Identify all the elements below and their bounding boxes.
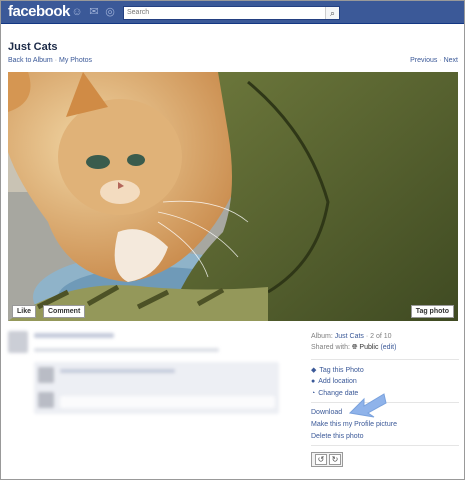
blurred-comment-input — [60, 396, 275, 408]
rotate-left-icon[interactable]: ↺ — [315, 454, 327, 465]
friend-requests-icon[interactable]: ☺ — [71, 6, 83, 18]
blurred-text — [60, 369, 175, 373]
photo-viewer[interactable]: Like Comment Tag photo — [8, 72, 458, 321]
download-link[interactable]: Download — [311, 409, 342, 416]
tag-photo-button[interactable]: Tag photo — [410, 305, 454, 318]
cat-photo — [8, 72, 458, 321]
edit-privacy-link[interactable]: (edit) — [380, 344, 396, 351]
add-location-label: Add location — [318, 378, 357, 385]
breadcrumb: Back to Album · My Photos — [8, 57, 92, 64]
blurred-text — [34, 333, 114, 338]
photo-nav: Previous · Next — [410, 57, 458, 64]
annotation-arrow-icon — [348, 393, 387, 418]
my-photos-link[interactable]: My Photos — [59, 57, 92, 64]
location-pin-icon: ● — [311, 378, 316, 385]
top-bar: facebook ☺ ✉ ◎ Search ⌕ — [1, 1, 464, 24]
tag-icon: ◆ — [311, 367, 317, 374]
search-icon[interactable]: ⌕ — [325, 7, 339, 19]
album-link[interactable]: Just Cats — [335, 333, 364, 340]
avatar — [38, 392, 54, 408]
privacy-value: Public — [359, 344, 379, 351]
search-input[interactable]: Search ⌕ — [123, 6, 340, 20]
shared-with: Shared with: 🌐︎ Public (edit) — [311, 344, 396, 352]
tag-this-photo-label: Tag this Photo — [319, 367, 364, 374]
clock-icon: ◔ — [311, 390, 316, 397]
back-to-album-link[interactable]: Back to Album — [8, 57, 53, 64]
delete-photo-link[interactable]: Delete this photo — [311, 433, 364, 440]
messages-icon[interactable]: ✉ — [88, 6, 100, 18]
previous-link[interactable]: Previous — [410, 57, 437, 64]
divider — [311, 359, 459, 360]
album-info: Album: Just Cats · 2 of 10 — [311, 333, 392, 340]
divider — [311, 445, 459, 446]
rotate-right-icon[interactable]: ↻ — [329, 454, 341, 465]
avatar — [8, 331, 28, 353]
photo-position: · 2 of 10 — [363, 333, 392, 340]
blurred-text — [34, 348, 219, 352]
add-location-link[interactable]: ● Add location — [311, 378, 357, 385]
notifications-icon[interactable]: ◎ — [104, 6, 116, 18]
facebook-logo[interactable]: facebook — [8, 3, 70, 20]
rotate-controls: ↺ ↻ — [311, 452, 343, 467]
globe-icon: 🌐︎ — [351, 344, 358, 351]
next-link[interactable]: Next — [444, 57, 458, 64]
page-title: Just Cats — [8, 41, 58, 53]
shared-label: Shared with: — [311, 344, 352, 351]
search-placeholder: Search — [127, 9, 150, 16]
comment-button[interactable]: Comment — [43, 305, 86, 318]
like-button[interactable]: Like — [12, 305, 37, 318]
tag-this-photo-link[interactable]: ◆ Tag this Photo — [311, 366, 364, 374]
album-label: Album: — [311, 333, 335, 340]
avatar — [38, 367, 54, 383]
